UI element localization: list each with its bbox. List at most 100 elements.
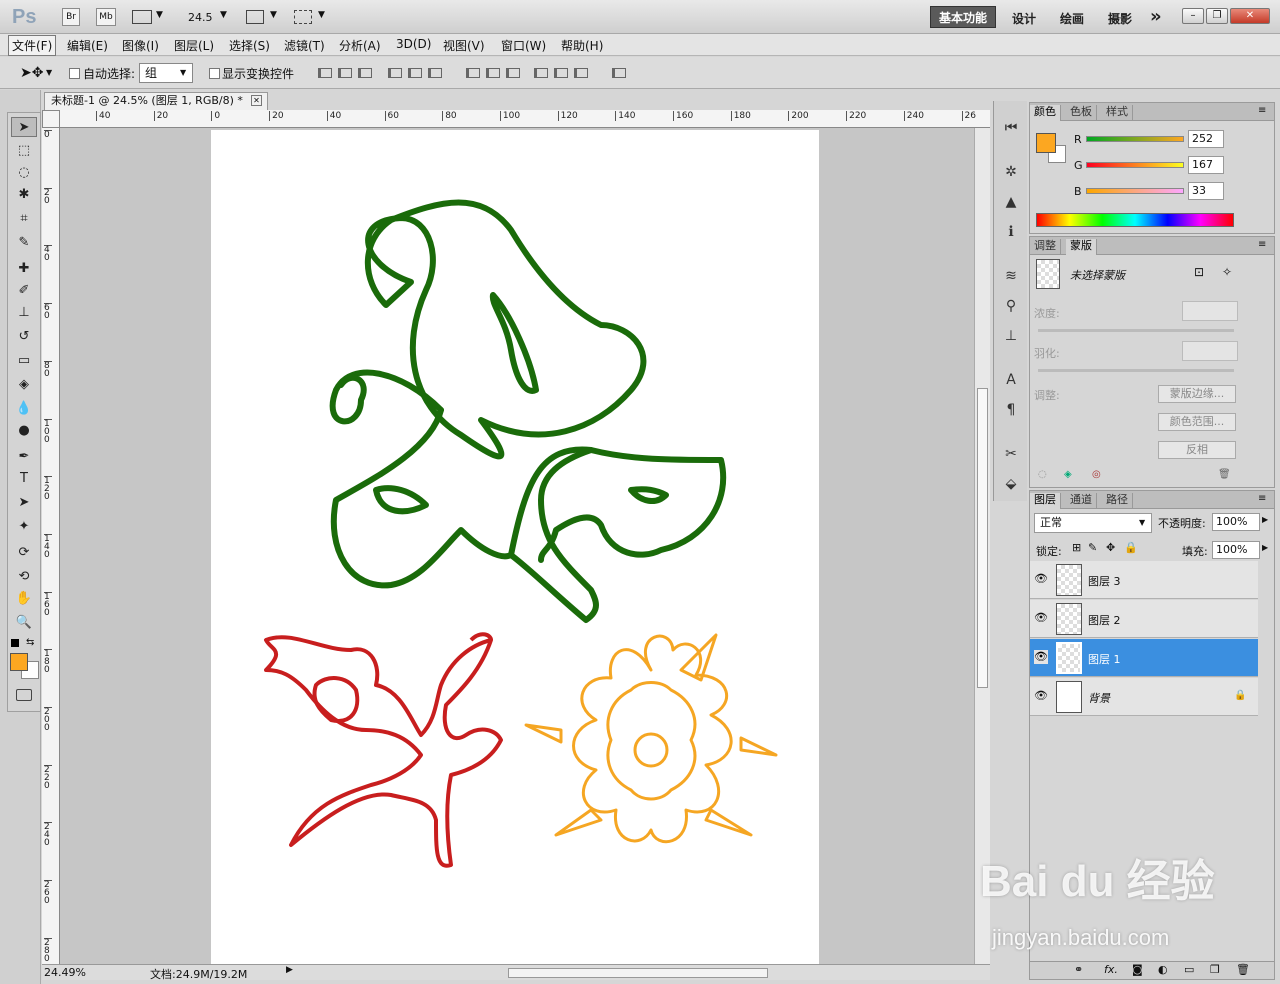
distribute-right-icon[interactable] xyxy=(574,68,588,78)
add-pixel-mask-icon[interactable]: ⊡ xyxy=(1194,265,1204,279)
layer-row[interactable]: 👁 背景 🔒 xyxy=(1030,678,1258,716)
tab-styles[interactable]: 样式 xyxy=(1102,105,1133,121)
new-layer-icon[interactable]: ❐ xyxy=(1210,963,1220,976)
workspace-design-button[interactable]: 设计 xyxy=(1012,10,1036,27)
navigator-panel-icon[interactable]: ✲ xyxy=(1000,161,1022,183)
status-menu-icon[interactable]: ▶ xyxy=(286,965,293,975)
density-input[interactable] xyxy=(1182,301,1238,321)
lock-position-icon[interactable]: ✥ xyxy=(1106,541,1115,554)
visibility-eye-icon[interactable]: 👁 xyxy=(1034,689,1048,703)
menu-view[interactable]: 视图(V) xyxy=(440,37,488,54)
show-transform-checkbox[interactable] xyxy=(209,68,220,79)
layer-row[interactable]: 👁 图层 3 xyxy=(1030,561,1258,599)
close-document-icon[interactable]: ✕ xyxy=(251,95,262,106)
lock-all-icon[interactable]: 🔒 xyxy=(1124,541,1138,554)
distribute-vcenter-icon[interactable] xyxy=(486,68,500,78)
layer-style-icon[interactable]: fx. xyxy=(1104,963,1118,976)
fill-input[interactable]: 100% xyxy=(1212,541,1260,559)
align-top-icon[interactable] xyxy=(318,68,332,78)
healing-brush-tool-icon[interactable]: ✚ xyxy=(11,259,37,279)
tab-layers[interactable]: 图层 xyxy=(1030,493,1061,509)
menu-file[interactable]: 文件(F) xyxy=(8,35,57,56)
fill-slider-icon[interactable]: ▶ xyxy=(1262,543,1268,552)
brush-tool-icon[interactable]: ✐ xyxy=(11,281,37,301)
move-tool-preset-icon[interactable]: ➤✥ xyxy=(20,65,43,81)
marquee-tool-icon[interactable]: ⬚ xyxy=(11,141,37,161)
align-hcenter-icon[interactable] xyxy=(408,68,422,78)
close-button[interactable]: ✕ xyxy=(1230,8,1270,24)
color-range-button[interactable]: 颜色范围... xyxy=(1158,413,1236,431)
screen-mode-icon[interactable] xyxy=(294,10,312,24)
g-slider[interactable] xyxy=(1086,162,1184,168)
menu-select[interactable]: 选择(S) xyxy=(226,37,273,54)
more-workspaces-icon[interactable]: » xyxy=(1150,6,1162,27)
lasso-tool-icon[interactable]: ◌ xyxy=(11,163,37,183)
tab-adjustments[interactable]: 调整 xyxy=(1030,239,1061,255)
crop-tool-icon[interactable]: ⌗ xyxy=(11,209,37,229)
history-panel-icon[interactable]: ⏮ xyxy=(1000,117,1022,139)
invert-button[interactable]: 反相 xyxy=(1158,441,1236,459)
visibility-eye-icon[interactable]: 👁 xyxy=(1034,611,1048,625)
tab-paths[interactable]: 路径 xyxy=(1102,493,1133,509)
bridge-button[interactable]: Br xyxy=(62,8,80,26)
zoom-tool-icon[interactable]: 🔍 xyxy=(11,613,37,633)
opacity-slider-icon[interactable]: ▶ xyxy=(1262,515,1268,524)
tab-channels[interactable]: 通道 xyxy=(1066,493,1097,509)
status-zoom[interactable]: 24.49% xyxy=(44,966,86,979)
character-panel-icon[interactable]: A xyxy=(1000,369,1022,391)
align-right-icon[interactable] xyxy=(428,68,442,78)
default-colors-icon[interactable] xyxy=(11,639,19,647)
menu-help[interactable]: 帮助(H) xyxy=(558,37,606,54)
link-layers-icon[interactable]: ⚭ xyxy=(1074,963,1083,976)
menu-3d[interactable]: 3D(D) xyxy=(393,37,434,51)
blur-tool-icon[interactable]: 💧 xyxy=(11,399,37,419)
pen-tool-icon[interactable]: ✒ xyxy=(11,447,37,467)
menu-filter[interactable]: 滤镜(T) xyxy=(281,37,328,54)
menu-analysis[interactable]: 分析(A) xyxy=(336,37,384,54)
3d-rotate-tool-icon[interactable]: ⟳ xyxy=(11,543,37,563)
distribute-bottom-icon[interactable] xyxy=(506,68,520,78)
adjustment-layer-icon[interactable]: ◐ xyxy=(1158,963,1168,976)
vertical-scrollbar[interactable] xyxy=(974,128,990,964)
chevron-down-icon[interactable]: ▼ xyxy=(270,10,277,20)
visibility-eye-icon[interactable]: 👁 xyxy=(1034,572,1048,586)
paragraph-panel-icon[interactable]: ¶ xyxy=(1000,399,1022,421)
r-input[interactable]: 252 xyxy=(1188,130,1224,148)
disable-mask-icon[interactable]: ◎ xyxy=(1092,469,1101,480)
distribute-hcenter-icon[interactable] xyxy=(554,68,568,78)
quick-select-tool-icon[interactable]: ✱ xyxy=(11,185,37,205)
feather-input[interactable] xyxy=(1182,341,1238,361)
eyedropper-tool-icon[interactable]: ✎ xyxy=(11,233,37,253)
document-tab[interactable]: 未标题-1 @ 24.5% (图层 1, RGB/8) * ✕ xyxy=(44,92,268,110)
menu-image[interactable]: 图像(I) xyxy=(119,37,162,54)
new-group-icon[interactable]: ▭ xyxy=(1184,963,1194,976)
clone-source-icon[interactable]: ⊥ xyxy=(1000,325,1022,347)
layer-row[interactable]: 👁 图层 2 xyxy=(1030,600,1258,638)
lock-pixels-icon[interactable]: ✎ xyxy=(1088,541,1097,554)
type-tool-icon[interactable]: T xyxy=(11,469,37,489)
tab-color[interactable]: 颜色 xyxy=(1030,105,1061,121)
foreground-color-swatch[interactable] xyxy=(10,653,28,671)
restore-button[interactable]: ❐ xyxy=(1206,8,1228,24)
align-left-icon[interactable] xyxy=(388,68,402,78)
minimize-button[interactable]: – xyxy=(1182,8,1204,24)
tools-3d-icon[interactable]: ✂ xyxy=(1000,443,1022,465)
blend-mode-dropdown[interactable]: 正常 ▼ xyxy=(1034,513,1152,533)
move-tool-icon[interactable]: ➤ xyxy=(11,117,37,137)
menu-layer[interactable]: 图层(L) xyxy=(171,37,217,54)
menu-window[interactable]: 窗口(W) xyxy=(498,37,549,54)
tab-masks[interactable]: 蒙版 xyxy=(1066,239,1097,255)
visibility-eye-icon[interactable]: 👁 xyxy=(1034,650,1048,664)
chevron-down-icon[interactable]: ▼ xyxy=(318,10,325,20)
workspace-painting-button[interactable]: 绘画 xyxy=(1060,10,1084,27)
swap-colors-icon[interactable]: ⇆ xyxy=(26,637,34,648)
add-mask-icon[interactable]: ◙ xyxy=(1132,963,1143,976)
hand-tool-icon[interactable]: ✋ xyxy=(11,589,37,609)
opacity-input[interactable]: 100% xyxy=(1212,513,1260,531)
panel-menu-icon[interactable]: ≡ xyxy=(1258,493,1266,504)
workspace-essentials-button[interactable]: 基本功能 xyxy=(930,6,996,28)
layer-row-selected[interactable]: 👁 图层 1 xyxy=(1030,639,1258,677)
g-input[interactable]: 167 xyxy=(1188,156,1224,174)
distribute-left-icon[interactable] xyxy=(534,68,548,78)
dodge-tool-icon[interactable]: ● xyxy=(11,421,37,441)
